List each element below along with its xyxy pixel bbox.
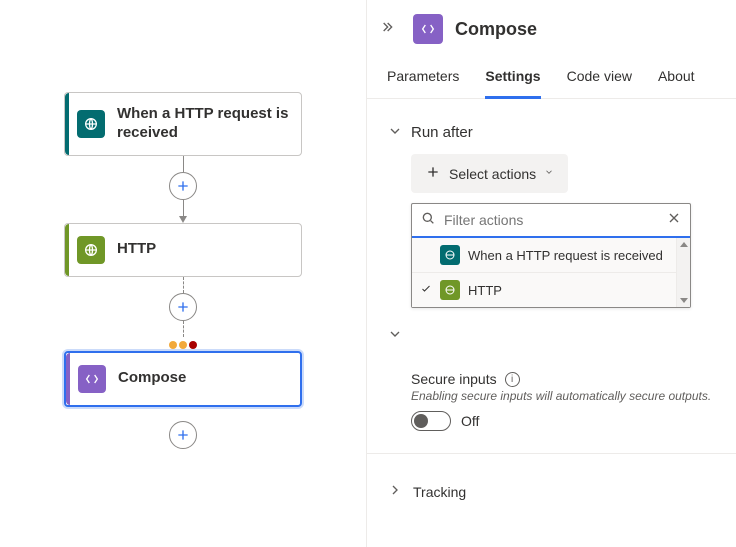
chevron-down-icon: [387, 326, 401, 345]
http-icon: [77, 236, 105, 264]
check-icon: [420, 283, 432, 298]
info-icon[interactable]: i: [505, 372, 520, 387]
filter-actions-input[interactable]: [444, 212, 658, 228]
search-icon: [420, 210, 436, 230]
panel-title: Compose: [455, 19, 537, 40]
node-color-bar: [66, 353, 70, 405]
add-step-button[interactable]: [169, 293, 197, 321]
dropdown-scrollbar[interactable]: [676, 238, 690, 307]
secure-inputs-value: Off: [461, 413, 479, 429]
plus-icon: [425, 164, 441, 183]
flow-canvas: When a HTTP request is received HTTP: [0, 0, 366, 547]
http-trigger-icon: [440, 245, 460, 265]
secure-inputs-description: Enabling secure inputs will automaticall…: [411, 389, 716, 403]
clear-filter-button[interactable]: [666, 210, 682, 230]
collapse-panel-button[interactable]: [377, 15, 401, 44]
node-title: HTTP: [117, 240, 156, 259]
action-option-label: When a HTTP request is received: [468, 248, 663, 263]
flow-node-compose[interactable]: Compose: [64, 351, 302, 407]
panel-tabs: Parameters Settings Code view About: [367, 58, 736, 99]
compose-icon: [78, 365, 106, 393]
compose-icon: [413, 14, 443, 44]
action-option-label: HTTP: [468, 283, 502, 298]
select-actions-label: Select actions: [449, 166, 536, 182]
action-option-http[interactable]: HTTP: [412, 272, 690, 307]
http-trigger-icon: [77, 110, 105, 138]
tab-parameters[interactable]: Parameters: [387, 58, 459, 99]
section-divider: [367, 453, 736, 454]
chevron-right-icon: [387, 482, 403, 501]
node-title: When a HTTP request is received: [117, 105, 289, 143]
node-color-bar: [65, 224, 69, 276]
section-tracking-header[interactable]: Tracking: [387, 458, 716, 501]
section-run-after-header[interactable]: Run after: [387, 111, 716, 154]
node-title: Compose: [118, 369, 186, 388]
action-picker-dropdown: When a HTTP request is received HTTP: [411, 203, 691, 308]
run-after-status-dots: [169, 341, 197, 349]
section-secure-header[interactable]: [387, 314, 716, 345]
flow-connector: [169, 277, 197, 351]
section-label: Run after: [411, 124, 473, 141]
select-actions-button[interactable]: Select actions: [411, 154, 568, 193]
details-panel: Compose Parameters Settings Code view Ab…: [366, 0, 736, 547]
http-icon: [440, 280, 460, 300]
tab-settings[interactable]: Settings: [485, 58, 540, 99]
add-step-button[interactable]: [169, 421, 197, 449]
node-color-bar: [65, 93, 69, 155]
flow-node-trigger[interactable]: When a HTTP request is received: [64, 92, 302, 156]
secure-inputs-label: Secure inputs: [411, 371, 497, 387]
action-option-trigger[interactable]: When a HTTP request is received: [412, 238, 690, 272]
secure-inputs-toggle[interactable]: [411, 411, 451, 431]
chevron-down-icon: [544, 167, 554, 180]
flow-node-http[interactable]: HTTP: [64, 223, 302, 277]
tab-code-view[interactable]: Code view: [567, 58, 632, 99]
add-step-button[interactable]: [169, 172, 197, 200]
tab-about[interactable]: About: [658, 58, 695, 99]
flow-connector: [169, 156, 197, 223]
section-label: Tracking: [413, 484, 466, 500]
chevron-down-icon: [387, 123, 401, 142]
